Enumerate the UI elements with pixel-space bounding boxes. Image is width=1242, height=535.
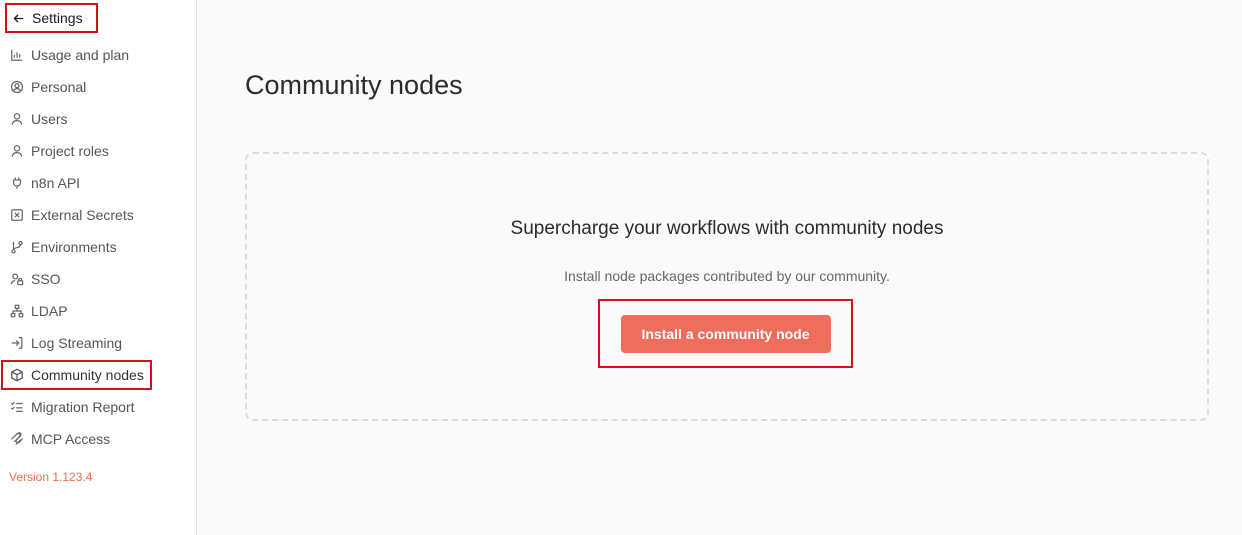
sidebar-item-label: Environments [31, 239, 117, 255]
sign-in-icon [9, 336, 24, 351]
user-circle-icon [9, 80, 24, 95]
user-icon [9, 144, 24, 159]
sidebar-item-ldap[interactable]: LDAP [9, 300, 68, 322]
sidebar-item-environments[interactable]: Environments [9, 236, 117, 258]
sidebar-item-label: MCP Access [31, 431, 111, 447]
sidebar-item-community-nodes[interactable]: Community nodes [1, 360, 152, 390]
vault-icon [9, 208, 24, 223]
sidebar-item-log-streaming[interactable]: Log Streaming [9, 332, 122, 354]
sidebar-item-personal[interactable]: Personal [9, 76, 86, 98]
sidebar-item-migration-report[interactable]: Migration Report [9, 396, 135, 418]
sidebar-item-project-roles[interactable]: Project roles [9, 140, 109, 162]
network-icon [9, 304, 24, 319]
sidebar-item-label: LDAP [31, 303, 68, 319]
sidebar-item-label: Migration Report [31, 399, 135, 415]
sidebar-item-label: SSO [31, 271, 61, 287]
sidebar-item-label: Usage and plan [31, 47, 130, 63]
sidebar-item-sso[interactable]: SSO [9, 268, 61, 290]
sidebar-item-label: n8n API [31, 175, 81, 191]
sidebar-item-label: Log Streaming [31, 335, 123, 351]
empty-state-panel: Supercharge your workflows with communit… [245, 152, 1209, 421]
sidebar-item-external-secrets[interactable]: External Secrets [9, 204, 134, 226]
version-label: Version 1.123.4 [9, 470, 93, 484]
mcp-icon [9, 432, 24, 447]
arrow-left-icon [12, 12, 25, 25]
plug-icon [9, 176, 24, 191]
sidebar-item-label: External Secrets [31, 207, 134, 223]
sidebar-item-label: Project roles [31, 143, 109, 159]
sidebar-item-mcp-access[interactable]: MCP Access [9, 428, 110, 450]
sidebar-item-n8n-api[interactable]: n8n API [9, 172, 80, 194]
empty-state-description: Install node packages contributed by our… [564, 268, 890, 284]
empty-state-heading: Supercharge your workflows with communit… [510, 218, 944, 239]
back-to-settings-button[interactable]: Settings [5, 3, 98, 33]
sidebar-item-label: Community nodes [31, 367, 144, 383]
sidebar-item-label: Users [31, 111, 68, 127]
sidebar-item-usage-and-plan[interactable]: Usage and plan [9, 44, 129, 66]
settings-title: Settings [32, 10, 83, 26]
install-button-highlight: Install a community node [598, 299, 853, 368]
sidebar-item-users[interactable]: Users [9, 108, 68, 130]
settings-sidebar: Settings Usage and plan Personal Users P… [0, 0, 197, 535]
user-icon [9, 112, 24, 127]
chart-bar-icon [9, 48, 24, 63]
list-checks-icon [9, 400, 24, 415]
page-title: Community nodes [245, 70, 463, 100]
main-content: Community nodes Supercharge your workflo… [198, 0, 1242, 535]
box-icon [9, 368, 24, 383]
user-lock-icon [9, 272, 24, 287]
install-community-node-button[interactable]: Install a community node [620, 314, 831, 353]
git-branch-icon [9, 240, 24, 255]
sidebar-item-label: Personal [31, 79, 87, 95]
